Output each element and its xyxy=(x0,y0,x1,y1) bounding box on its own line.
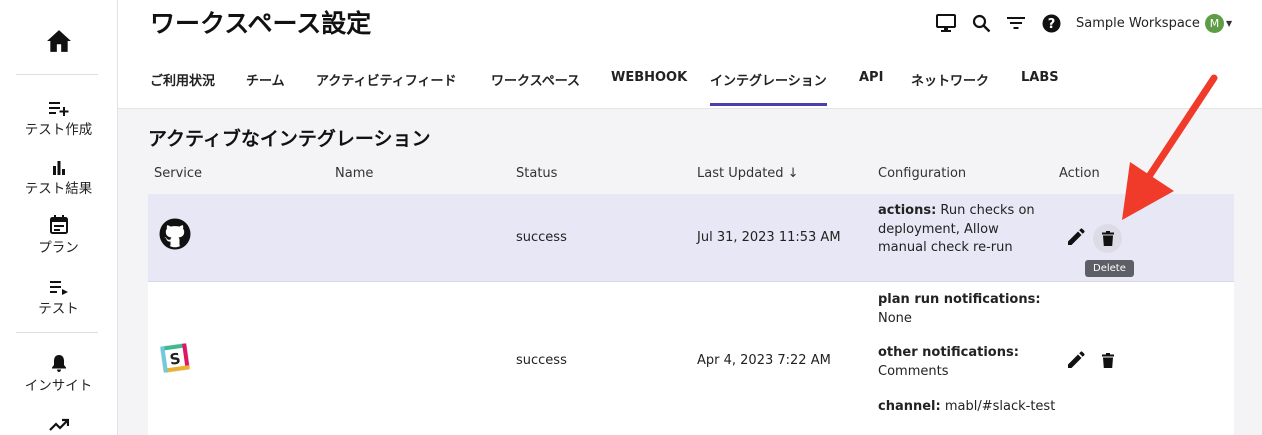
bell-icon xyxy=(51,352,67,372)
tab-api[interactable]: API xyxy=(859,60,883,106)
column-header-configuration: Configuration xyxy=(878,166,967,181)
config-other-notifications: other notifications: Comments xyxy=(878,344,1058,381)
sidebar-item-test-results[interactable]: テスト結果 xyxy=(0,155,117,197)
trash-icon xyxy=(1102,352,1114,368)
home-icon[interactable] xyxy=(0,26,117,56)
svg-text:?: ? xyxy=(1047,17,1055,32)
tab-webhook[interactable]: WEBHOOK xyxy=(611,60,687,106)
column-header-name: Name xyxy=(335,166,374,181)
edit-button[interactable] xyxy=(1063,347,1089,373)
sidebar-item-trends[interactable] xyxy=(0,412,117,432)
github-icon xyxy=(159,218,191,254)
settings-tabs: ご利用状況 チーム アクティビティフィード ワークスペース WEBHOOK イン… xyxy=(118,60,1262,109)
config-value: mabl/#slack-test xyxy=(940,399,1056,414)
sidebar-divider xyxy=(16,332,98,333)
config-key: other notifications: xyxy=(878,345,1019,360)
tab-integrations[interactable]: インテグレーション xyxy=(710,60,827,106)
column-header-status: Status xyxy=(516,166,558,181)
tab-team[interactable]: チーム xyxy=(246,60,285,106)
trending-up-icon xyxy=(48,412,69,432)
workspace-name: Sample Workspace xyxy=(1076,15,1200,31)
edit-button[interactable] xyxy=(1063,224,1089,250)
sidebar-item-tests[interactable]: テスト xyxy=(0,275,117,317)
tab-activity-feed[interactable]: アクティビティフィード xyxy=(316,60,457,106)
config-key: actions: xyxy=(878,203,937,218)
config-key: plan run notifications: xyxy=(878,292,1041,307)
column-header-service: Service xyxy=(154,166,203,181)
config-key: channel: xyxy=(878,399,941,414)
pencil-icon xyxy=(1068,351,1085,368)
filter-icon[interactable] xyxy=(1005,12,1027,34)
delete-button[interactable] xyxy=(1095,347,1121,373)
playlist-play-icon xyxy=(49,275,68,295)
sidebar-item-insights[interactable]: インサイト xyxy=(0,352,117,394)
sidebar-item-create-test[interactable]: テスト作成 xyxy=(0,96,117,138)
tab-workspace[interactable]: ワークスペース xyxy=(491,60,580,106)
config-channel: channel: mabl/#slack-test xyxy=(878,398,1078,417)
calendar-icon xyxy=(49,214,68,234)
help-icon[interactable]: ? xyxy=(1040,12,1062,34)
avatar: M xyxy=(1204,13,1224,33)
column-header-last-updated[interactable]: Last Updated ↓ xyxy=(697,166,799,181)
last-updated-text: Jul 31, 2023 11:53 AM xyxy=(697,230,841,245)
config-value: None xyxy=(878,310,912,326)
sidebar-item-label: インサイト xyxy=(24,378,93,394)
status-text: success xyxy=(516,230,567,245)
last-updated-text: Apr 4, 2023 7:22 AM xyxy=(697,353,831,368)
search-icon[interactable] xyxy=(970,12,992,34)
sidebar-item-label: テスト xyxy=(38,301,79,317)
sidebar-item-label: テスト結果 xyxy=(24,181,93,197)
status-text: success xyxy=(516,353,567,368)
sidebar-divider xyxy=(16,74,98,75)
header-toolbar: ? xyxy=(935,12,1075,34)
table-row: success Jul 31, 2023 11:53 AM actions: R… xyxy=(148,194,1234,282)
config-value: Comments xyxy=(878,363,949,379)
tab-usage[interactable]: ご利用状況 xyxy=(150,60,215,106)
pencil-icon xyxy=(1068,228,1085,245)
sidebar-item-plans[interactable]: プラン xyxy=(0,214,117,256)
column-header-action: Action xyxy=(1059,166,1100,181)
sidebar-item-label: テスト作成 xyxy=(24,122,93,138)
annotation-arrow xyxy=(1122,74,1218,220)
delete-tooltip: Delete xyxy=(1085,260,1134,277)
chevron-down-icon: ▼ xyxy=(1225,18,1233,28)
workspace-switcher[interactable]: Sample Workspace M ▼ xyxy=(1076,12,1232,34)
trash-icon xyxy=(1101,231,1114,246)
configuration-text: actions: Run checks on deployment, Allow… xyxy=(878,202,1050,258)
tab-network[interactable]: ネットワーク xyxy=(911,60,989,106)
sidebar-item-label: プラン xyxy=(38,240,79,256)
table-row: S success Apr 4, 2023 7:22 AM plan run n… xyxy=(148,282,1234,435)
slack-icon: S xyxy=(159,342,191,378)
page-title: ワークスペース設定 xyxy=(150,9,372,38)
playlist-add-icon xyxy=(48,96,69,116)
tab-labs[interactable]: LABS xyxy=(1021,60,1059,106)
bar-chart-icon xyxy=(52,155,66,175)
monitor-icon[interactable] xyxy=(935,12,957,34)
section-title: アクティブなインテグレーション xyxy=(148,128,431,150)
sidebar: テスト作成 テスト結果 プラン テスト インサイト xyxy=(0,0,118,435)
config-plan-run-notifications: plan run notifications: None xyxy=(878,291,1058,328)
